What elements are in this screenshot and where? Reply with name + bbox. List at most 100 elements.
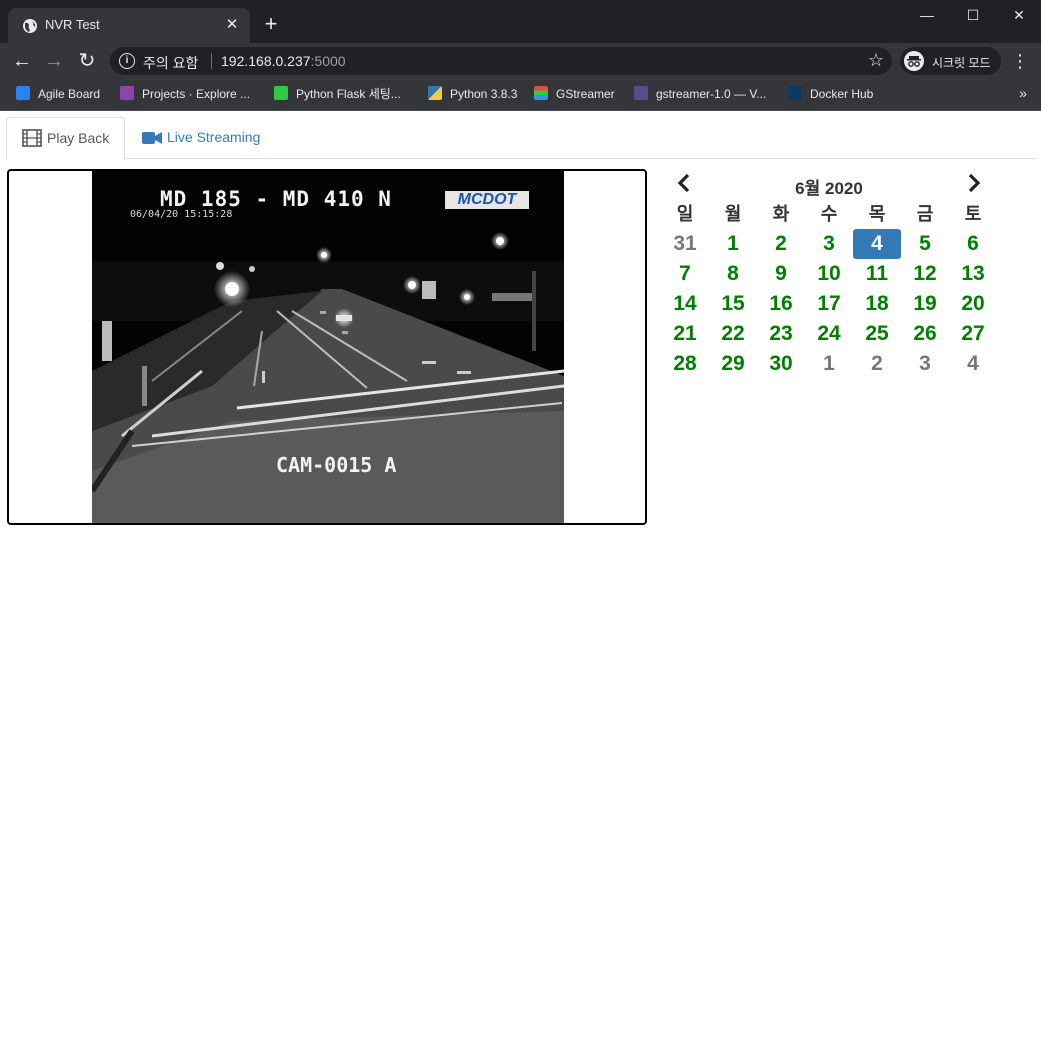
calendar-weekday: 수	[820, 204, 838, 224]
globe-icon	[23, 19, 37, 33]
calendar-day[interactable]: 18	[853, 289, 901, 319]
close-window-button[interactable]: ✕	[996, 4, 1041, 26]
vala-icon	[634, 86, 648, 100]
calendar-day[interactable]: 15	[709, 289, 757, 319]
browser-toolbar: ← → ↻ i 주의 요함 192.168.0.237:5000 ☆ 시크릿 모…	[0, 43, 1041, 79]
mcdot-logo: MCDOT	[445, 191, 529, 209]
calendar-day[interactable]: 11	[853, 259, 901, 289]
calendar-day[interactable]: 27	[949, 319, 997, 349]
calendar-weekday: 월	[724, 204, 742, 224]
security-warning: 주의 요함	[143, 55, 199, 71]
calendar-day-other-month[interactable]: 4	[949, 349, 997, 379]
incognito-label: 시크릿 모드	[932, 56, 991, 70]
maximize-button[interactable]: ☐	[950, 4, 996, 26]
calendar-day[interactable]: 21	[661, 319, 709, 349]
back-button[interactable]: ←	[8, 47, 36, 75]
calendar-day[interactable]: 22	[709, 319, 757, 349]
calendar-day[interactable]: 26	[901, 319, 949, 349]
tab-play-back[interactable]: Play Back	[6, 117, 126, 160]
calendar-day[interactable]: 14	[661, 289, 709, 319]
calendar-month-title[interactable]: 6월 2020	[661, 174, 997, 199]
calendar-day[interactable]: 17	[805, 289, 853, 319]
bookmark-item[interactable]: gstreamer-1.0 — V...	[634, 86, 766, 104]
date-picker-calendar: 6월 2020 일 월 화 수 목 금 토 31 1 2 3 4 5 6 7 8 9 10 11 12 13 14 15 16…	[661, 169, 997, 379]
tab-title: NVR Test	[45, 17, 100, 32]
new-tab-button[interactable]: +	[260, 13, 282, 35]
url-text[interactable]: 192.168.0.237:5000	[221, 53, 346, 69]
calendar-day-other-month[interactable]: 1	[805, 349, 853, 379]
calendar-day-other-month[interactable]: 3	[901, 349, 949, 379]
calendar-weekday: 금	[916, 204, 934, 224]
calendar-day[interactable]: 29	[709, 349, 757, 379]
calendar-day-other-month[interactable]: 31	[661, 229, 709, 259]
calendar-day[interactable]: 9	[757, 259, 805, 289]
calendar-day[interactable]: 5	[901, 229, 949, 259]
bookmark-item[interactable]: Projects · Explore ...	[120, 86, 250, 104]
calendar-day[interactable]: 23	[757, 319, 805, 349]
tab-live-streaming[interactable]: Live Streaming	[127, 117, 275, 159]
python-icon	[428, 86, 442, 100]
calendar-header: 6월 2020	[661, 169, 997, 199]
calendar-week-row: 7 8 9 10 11 12 13	[661, 259, 997, 289]
calendar-grid: 일 월 화 수 목 금 토 31 1 2 3 4 5 6 7 8 9 10 11 12 13 14 15 16 17 18 19 20…	[661, 199, 997, 379]
calendar-day[interactable]: 2	[757, 229, 805, 259]
bookmark-item[interactable]: Docker Hub	[788, 86, 873, 104]
calendar-day[interactable]: 30	[757, 349, 805, 379]
calendar-weekday: 토	[964, 204, 982, 224]
tab-close-icon[interactable]: ✕	[222, 15, 242, 35]
calendar-day-other-month[interactable]: 2	[853, 349, 901, 379]
calendar-weekday: 목	[868, 204, 886, 224]
tab-play-back-label: Play Back	[47, 130, 110, 146]
incognito-icon	[904, 51, 924, 71]
calendar-day[interactable]: 8	[709, 259, 757, 289]
bookmarks-bar: Agile Board Projects · Explore ... Pytho…	[0, 79, 1041, 111]
gstreamer-icon	[534, 86, 548, 100]
camera-video-frame[interactable]: MD 185 - MD 410 N MCDOT 06/04/20 15:15:2…	[92, 171, 564, 523]
calendar-day[interactable]: 1	[709, 229, 757, 259]
video-player[interactable]: MD 185 - MD 410 N MCDOT 06/04/20 15:15:2…	[7, 169, 647, 525]
incognito-indicator[interactable]: 시크릿 모드	[900, 47, 1001, 75]
bookmark-item[interactable]: Agile Board	[16, 86, 100, 104]
calendar-weekday: 화	[772, 204, 790, 224]
calendar-day[interactable]: 19	[901, 289, 949, 319]
calendar-day[interactable]: 13	[949, 259, 997, 289]
calendar-day[interactable]: 12	[901, 259, 949, 289]
bookmark-star-icon[interactable]: ☆	[868, 50, 884, 71]
calendar-week-row: 14 15 16 17 18 19 20	[661, 289, 997, 319]
forward-button[interactable]: →	[40, 47, 68, 75]
calendar-day[interactable]: 6	[949, 229, 997, 259]
calendar-day[interactable]: 25	[853, 319, 901, 349]
gitlab-icon	[120, 86, 134, 100]
browser-tab[interactable]: NVR Test ✕	[8, 8, 250, 43]
browser-menu-icon[interactable]: ⋮	[1008, 47, 1032, 75]
chevron-right-icon[interactable]	[963, 172, 983, 194]
reload-button[interactable]: ↻	[73, 47, 101, 75]
bookmark-item[interactable]: GStreamer	[534, 86, 615, 104]
minimize-button[interactable]: —	[904, 4, 950, 26]
url-host: 192.168.0.237	[221, 53, 311, 69]
info-icon[interactable]: i	[119, 53, 135, 69]
calendar-day[interactable]: 7	[661, 259, 709, 289]
calendar-day-selected[interactable]: 4	[853, 229, 901, 259]
calendar-day[interactable]: 3	[805, 229, 853, 259]
site-icon	[274, 86, 288, 100]
address-bar[interactable]: i 주의 요함 192.168.0.237:5000 ☆	[110, 47, 892, 75]
nav-tabs: Play Back Live Streaming	[6, 117, 1037, 160]
calendar-day[interactable]: 20	[949, 289, 997, 319]
calendar-day[interactable]: 24	[805, 319, 853, 349]
video-timestamp: 06/04/20 15:15:28	[130, 209, 233, 220]
film-icon	[22, 129, 42, 147]
page-content: Play Back Live Streaming MD 185 - MD 410…	[0, 111, 1041, 1041]
calendar-week-row: 31 1 2 3 4 5 6	[661, 229, 997, 259]
video-camera-label: CAM-0015 A	[276, 453, 397, 477]
address-divider	[211, 53, 212, 69]
jira-icon	[16, 86, 30, 100]
bookmark-item[interactable]: Python 3.8.3	[428, 86, 517, 104]
browser-titlebar: NVR Test ✕ + — ☐ ✕	[0, 0, 1041, 43]
bookmarks-overflow-button[interactable]: »	[1019, 85, 1027, 101]
calendar-day[interactable]: 28	[661, 349, 709, 379]
bookmark-item[interactable]: Python Flask 세팅...	[274, 86, 401, 104]
calendar-week-row: 28 29 30 1 2 3 4	[661, 349, 997, 379]
calendar-day[interactable]: 10	[805, 259, 853, 289]
calendar-day[interactable]: 16	[757, 289, 805, 319]
